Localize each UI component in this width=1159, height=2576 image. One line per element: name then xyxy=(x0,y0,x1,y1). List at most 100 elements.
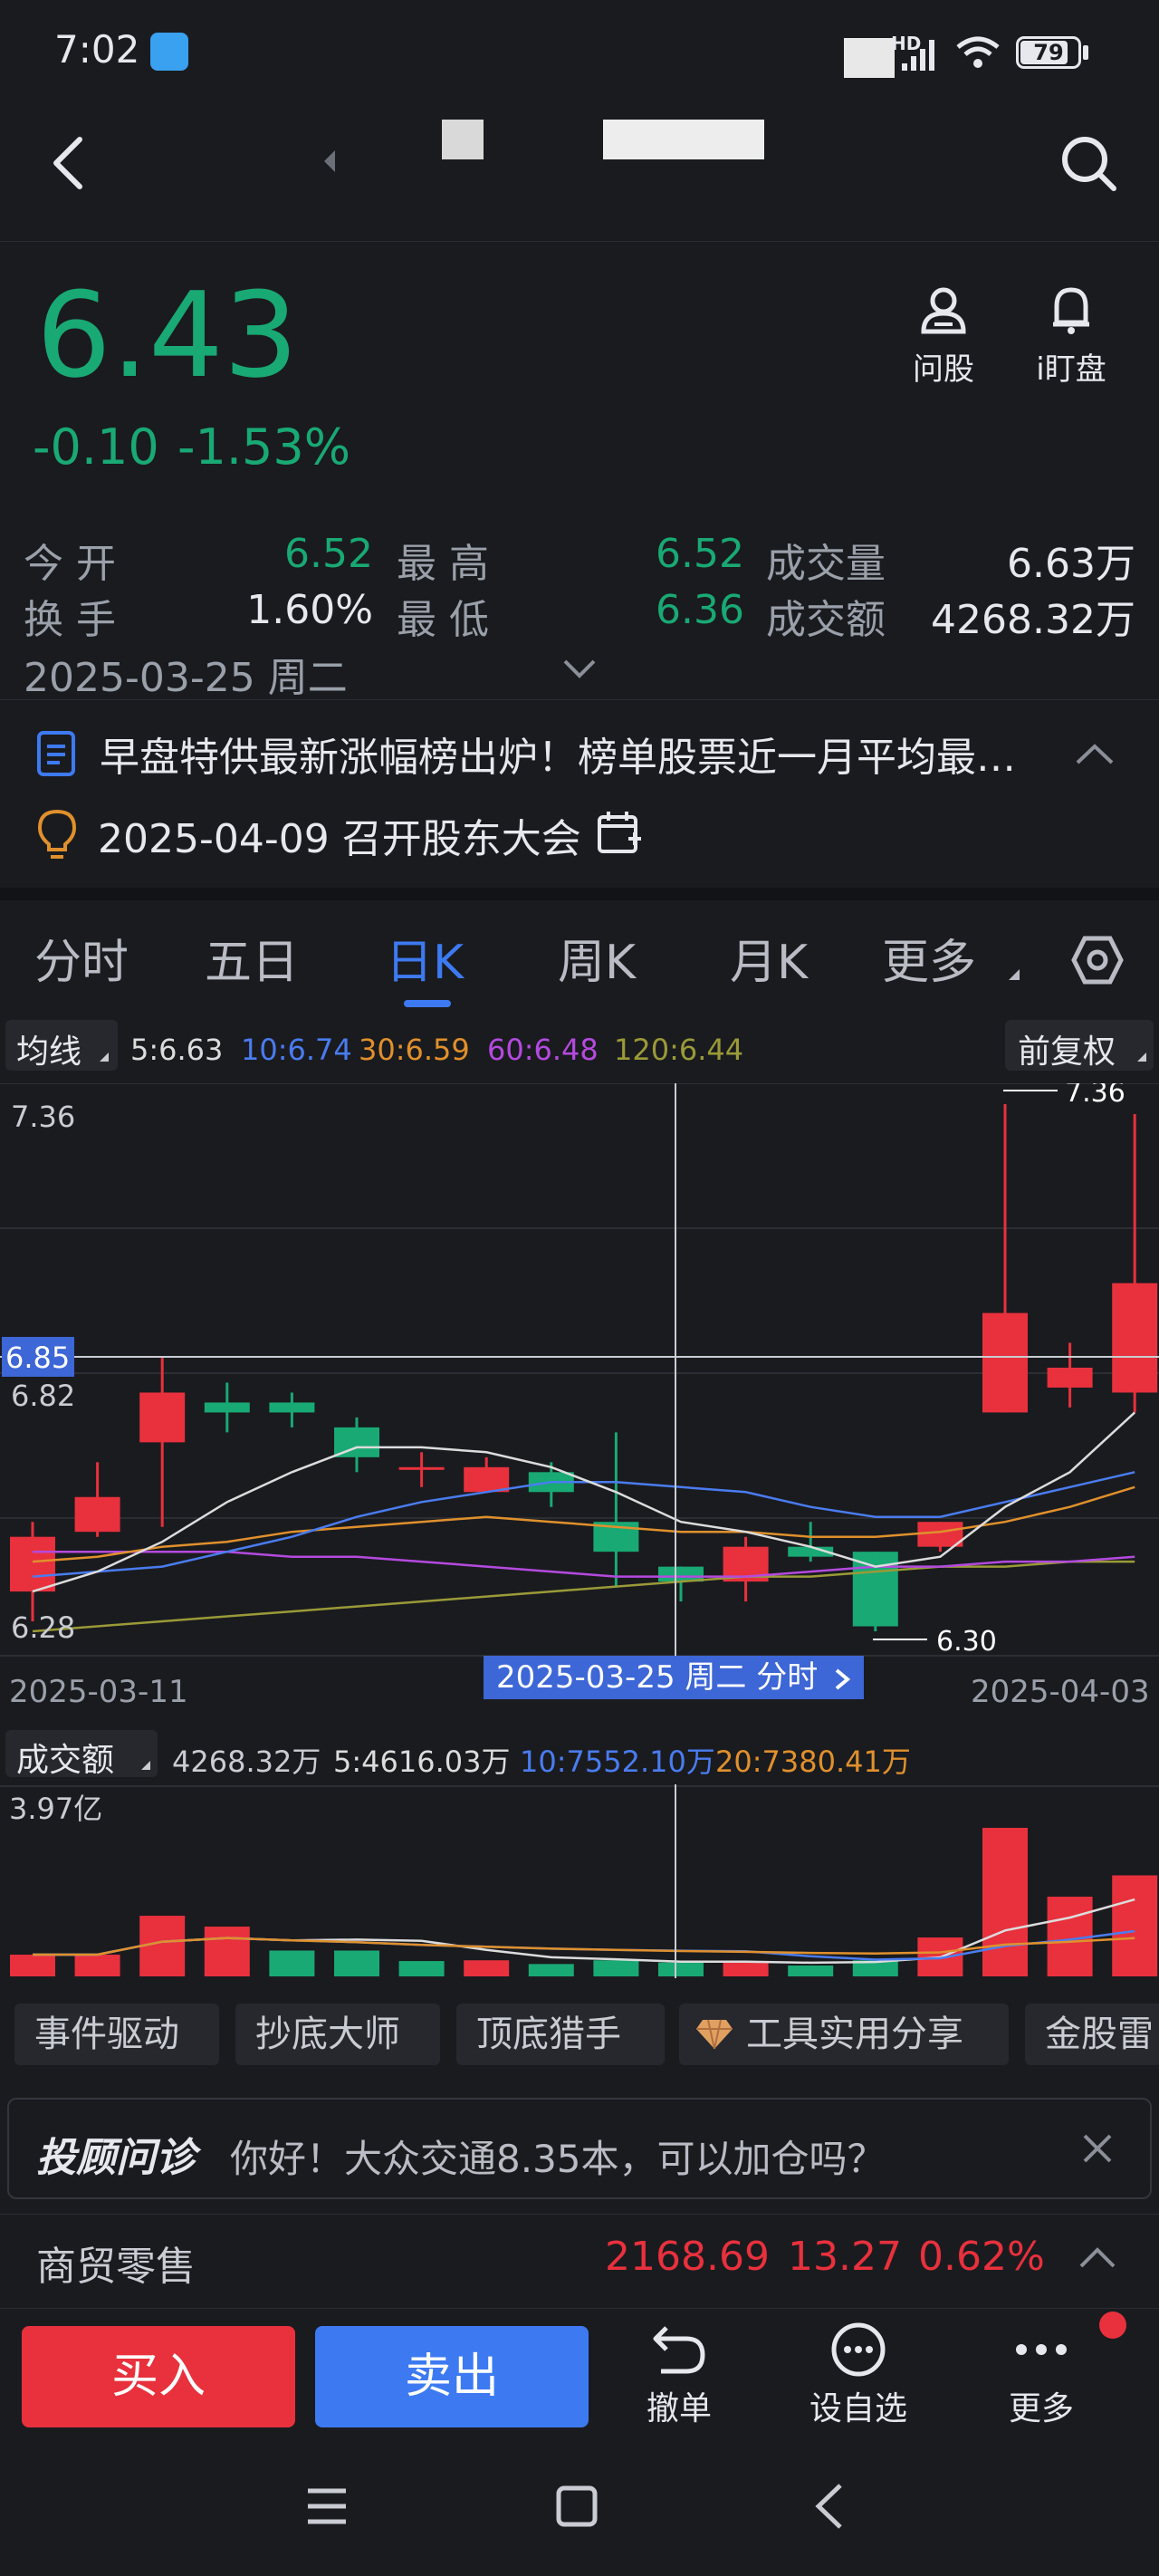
volume-bar xyxy=(723,1961,769,1976)
prev-stock-arrow-icon[interactable] xyxy=(321,149,339,174)
lightbulb-icon xyxy=(37,809,77,859)
volume-bar xyxy=(593,1960,639,1976)
more-circle-icon xyxy=(831,2322,886,2377)
chip-golden-stock[interactable]: 金股雷 xyxy=(1025,2004,1159,2065)
cancel-order-button[interactable]: 撤单 xyxy=(634,2321,724,2429)
adjust-selector[interactable]: 前复权 xyxy=(1005,1020,1154,1071)
ma-caret-icon xyxy=(100,1053,109,1062)
candle-body xyxy=(204,1402,250,1413)
battery-icon: 79 xyxy=(1016,36,1081,69)
volume-bar xyxy=(464,1960,510,1976)
tab-weekly-k[interactable]: 周K xyxy=(558,924,636,992)
volume-selector-label: 成交额 xyxy=(16,1742,115,1779)
sector-name[interactable]: 商贸零售 xyxy=(36,2234,196,2292)
volume-bar xyxy=(10,1955,55,1976)
x-axis-start: 2025-03-11 xyxy=(9,1674,188,1710)
chip-top-bottom-hunter[interactable]: 顶底猎手 xyxy=(456,2004,665,2065)
candle-body xyxy=(917,1522,963,1547)
more-caret-icon xyxy=(1009,969,1020,980)
news-headline[interactable]: 早盘特供最新涨幅榜出炉！榜单股票近一月平均最… xyxy=(100,725,1032,783)
person-icon xyxy=(921,287,966,334)
volume-total: 4268.32万 xyxy=(172,1745,321,1779)
ask-stock-label: 问股 xyxy=(913,351,974,388)
add-watchlist-button[interactable]: 设自选 xyxy=(804,2321,913,2429)
ma60-line xyxy=(33,1550,1135,1578)
ellipsis-icon xyxy=(1016,2344,1067,2355)
high-value: 6.52 xyxy=(656,531,744,577)
ma120-label: 120:6.44 xyxy=(614,1033,744,1067)
turnover-value: 1.60% xyxy=(246,587,373,633)
sector-pct: 0.62% xyxy=(918,2234,1045,2280)
bell-icon xyxy=(1053,287,1089,334)
amount-label: 成交额 xyxy=(766,597,886,643)
volume-ma10: 10:7552.10万 xyxy=(520,1745,715,1779)
search-button[interactable] xyxy=(1059,134,1119,194)
back-button[interactable] xyxy=(45,134,91,192)
ma-selector-label: 均线 xyxy=(16,1033,82,1071)
menu-nav-icon[interactable] xyxy=(304,2485,350,2527)
ma10-label: 10:6.74 xyxy=(241,1033,352,1067)
advisor-brand: 投顾问诊 xyxy=(36,2135,196,2181)
volume-chart[interactable]: 3.97亿 xyxy=(0,1784,1159,1980)
kline-chart[interactable]: 7.36 6.85 6.82 6.28 7.36 6.30 xyxy=(0,1083,1159,1723)
stock-code-redaction xyxy=(603,120,764,159)
expand-chevron-icon[interactable] xyxy=(561,656,598,681)
home-nav-icon[interactable] xyxy=(554,2484,599,2529)
low-value: 6.36 xyxy=(656,587,744,633)
crosshair-arrow-icon xyxy=(835,1668,851,1690)
volume-ma20: 20:7380.41万 xyxy=(715,1745,911,1779)
cancel-order-label: 撤单 xyxy=(646,2390,712,2427)
turnover-label: 换 手 xyxy=(24,597,116,643)
ma30-line xyxy=(32,1485,1135,1563)
candle-body xyxy=(398,1466,445,1470)
x-axis-end: 2025-04-03 xyxy=(971,1674,1150,1710)
sector-change: 13.27 xyxy=(788,2234,902,2280)
tab-five-day[interactable]: 五日 xyxy=(205,924,299,992)
close-icon[interactable] xyxy=(1081,2132,1114,2165)
volume-bar xyxy=(528,1964,574,1976)
buy-button[interactable]: 买入 xyxy=(22,2326,295,2427)
chip-bottom-master[interactable]: 抄底大师 xyxy=(235,2004,440,2065)
crosshair-date-tag[interactable]: 2025-03-25 周二 分时 xyxy=(484,1656,865,1699)
notification-dot xyxy=(1099,2312,1126,2339)
ma120-line xyxy=(32,1560,1135,1633)
volume-bar xyxy=(204,1927,250,1976)
event-text: 2025-04-09 召开股东大会 xyxy=(98,816,581,862)
ma60-label: 60:6.48 xyxy=(487,1033,599,1067)
candle-body xyxy=(139,1392,186,1443)
adjust-label: 前复权 xyxy=(1018,1033,1116,1071)
volume-selector[interactable]: 成交额 xyxy=(5,1730,158,1779)
more-button[interactable]: 更多 xyxy=(996,2321,1087,2429)
candle-body xyxy=(74,1496,120,1533)
chip-event-driven[interactable]: 事件驱动 xyxy=(14,2004,219,2065)
collapse-chevron-icon[interactable] xyxy=(1074,741,1116,768)
volume-bar xyxy=(1112,1875,1158,1976)
calendar-add-icon[interactable] xyxy=(596,810,643,857)
back-nav-icon[interactable] xyxy=(811,2482,848,2531)
tab-monthly-k[interactable]: 月K xyxy=(730,924,808,992)
sector-index: 2168.69 xyxy=(605,2234,770,2280)
volume-bar xyxy=(788,1966,834,1976)
tab-daily-k[interactable]: 日K xyxy=(386,924,464,992)
ma5-label: 5:6.63 xyxy=(130,1033,224,1067)
document-icon xyxy=(37,731,75,776)
watch-button[interactable]: i盯盘 xyxy=(1030,283,1112,389)
sector-expand-icon[interactable] xyxy=(1078,2244,1117,2272)
ma30-label: 30:6.59 xyxy=(359,1033,470,1067)
volume-max-label: 3.97亿 xyxy=(9,1792,102,1826)
sell-button[interactable]: 卖出 xyxy=(315,2326,589,2427)
chip-tools-share[interactable]: 工具实用分享 xyxy=(679,2004,1009,2065)
volume-label: 成交量 xyxy=(766,541,886,587)
diamond-icon xyxy=(696,2019,733,2050)
tab-more[interactable]: 更多 xyxy=(882,924,976,992)
settings-hexagon-icon[interactable] xyxy=(1070,933,1125,987)
weather-app-icon xyxy=(150,33,188,71)
tab-intraday[interactable]: 分时 xyxy=(34,924,129,992)
chip-tools-share-label: 工具实用分享 xyxy=(746,2014,963,2055)
ma-selector[interactable]: 均线 xyxy=(5,1020,118,1071)
more-label: 更多 xyxy=(1008,2390,1074,2427)
ask-stock-button[interactable]: 问股 xyxy=(905,283,982,389)
advisor-banner[interactable]: 投顾问诊 你好！大众交通8.35本，可以加仓吗？ xyxy=(7,2098,1152,2199)
quote-date: 2025-03-25 周二 xyxy=(24,655,348,701)
volume-ma5: 5:4616.03万 xyxy=(333,1745,511,1779)
